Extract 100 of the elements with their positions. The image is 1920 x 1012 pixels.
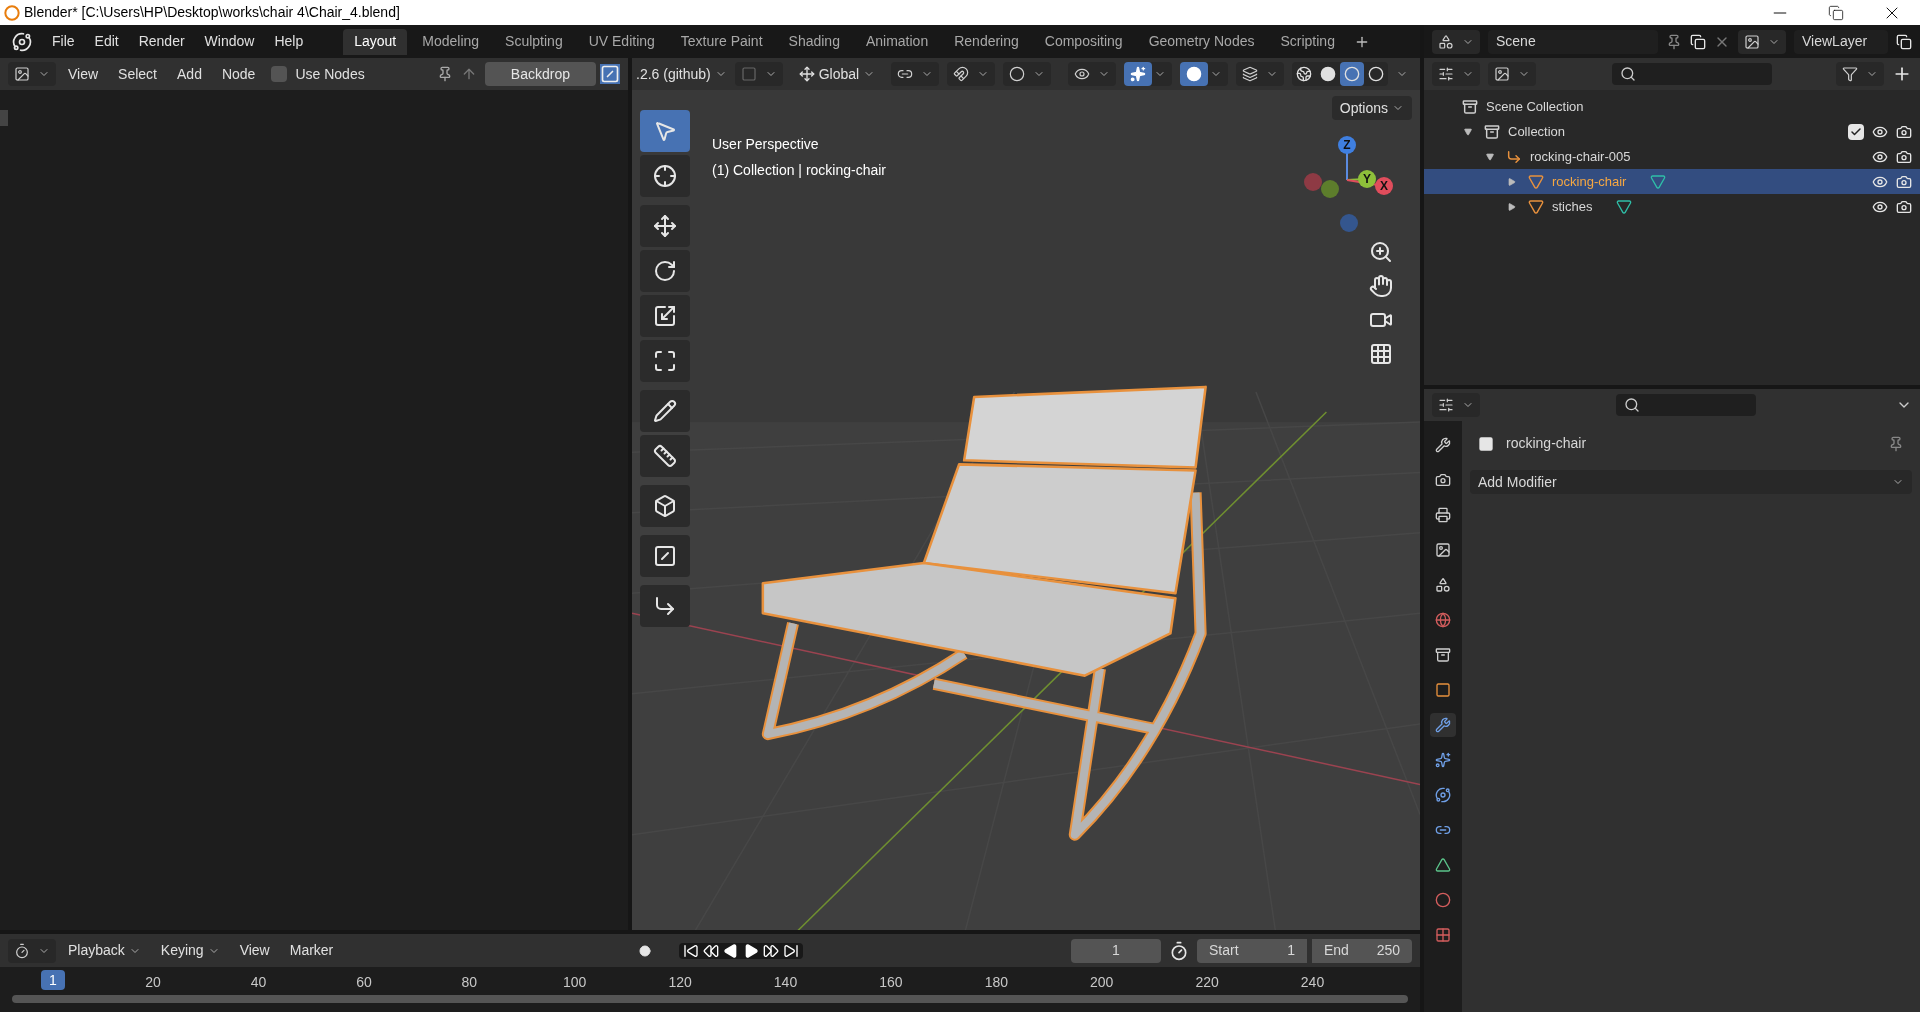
timeline-menu[interactable]: Keying (152, 940, 228, 961)
use-nodes-checkbox[interactable] (271, 66, 288, 82)
display-mode-button[interactable] (1488, 62, 1536, 86)
new-view-layer-icon[interactable] (1896, 33, 1912, 50)
new-scene-icon[interactable] (1690, 33, 1706, 50)
current-frame-field[interactable]: 1 (1071, 938, 1161, 963)
start-frame-field[interactable]: Start 1 (1197, 938, 1307, 963)
orientation-dropdown[interactable]: Global (790, 63, 884, 85)
rotate-tool-button[interactable] (640, 250, 690, 292)
cursor-tool-button[interactable] (640, 155, 690, 197)
view-layer-selector-button[interactable] (1738, 29, 1786, 54)
options-dropdown[interactable]: Options (1331, 96, 1412, 120)
menu-item[interactable]: Render (130, 31, 193, 52)
visibility-dropdown[interactable] (1068, 62, 1116, 86)
pin-icon[interactable] (1666, 33, 1682, 50)
workspace-tab[interactable]: Sculpting (494, 28, 574, 55)
playhead-frame[interactable]: 1 (41, 970, 65, 990)
workspace-tab[interactable]: Rendering (943, 28, 1030, 55)
scene-field[interactable]: Scene (1488, 29, 1658, 54)
outliner-search-field[interactable] (1612, 63, 1772, 85)
workspace-tab[interactable]: Texture Paint (669, 28, 774, 55)
material-shading-button[interactable] (1340, 62, 1364, 86)
expanded-arrow-icon[interactable] (1486, 152, 1494, 161)
workspace-tab[interactable]: Scripting (1269, 28, 1346, 55)
workspace-tab[interactable]: Compositing (1033, 28, 1134, 55)
menu-item[interactable]: Window (196, 31, 263, 52)
inset-tool-button[interactable] (640, 535, 690, 577)
header-menu[interactable]: Select (110, 63, 165, 85)
editor-type-button[interactable] (1432, 393, 1480, 417)
timeline-menu[interactable]: Marker (281, 940, 342, 961)
collapsed-arrow-icon[interactable] (1508, 177, 1516, 186)
properties-search-field[interactable] (1616, 394, 1756, 416)
workspace-tab[interactable]: Animation (854, 28, 940, 55)
menu-item[interactable]: File (44, 31, 83, 52)
workspace-tab[interactable]: Geometry Nodes (1137, 28, 1266, 55)
previous-keyframe-icon[interactable] (703, 942, 720, 959)
image-icon (1494, 66, 1510, 82)
annotate-tool-button[interactable] (640, 390, 690, 432)
pan-hand-icon[interactable] (1369, 274, 1393, 298)
play-icon[interactable] (743, 942, 760, 959)
add-cube-tool-button[interactable] (640, 485, 690, 527)
snap-dropdown[interactable] (947, 62, 996, 86)
restore-icon[interactable] (1828, 4, 1844, 21)
gizmo-toggle[interactable] (1124, 62, 1172, 86)
axis-gizmo-drawing[interactable]: Z Y X (1302, 134, 1394, 234)
filter-button[interactable] (1836, 62, 1884, 86)
outliner-row[interactable]: rocking-chair-005 (1424, 144, 1920, 169)
render-camera-icon[interactable] (1896, 198, 1912, 215)
scene-selector-button[interactable] (1432, 29, 1480, 54)
bevel-tool-button[interactable] (640, 585, 690, 627)
stopwatch-icon[interactable] (1169, 940, 1189, 961)
add-modifier-dropdown[interactable]: Add Modifier (1470, 470, 1912, 494)
workspace-tab[interactable]: Modeling (411, 28, 491, 55)
zoom-icon[interactable] (1369, 240, 1393, 264)
grid-view-icon[interactable] (1369, 342, 1393, 366)
scale-tool-button[interactable] (640, 295, 690, 337)
pivot-dropdown[interactable] (891, 62, 940, 86)
collapsed-arrow-icon[interactable] (1508, 202, 1516, 211)
outliner-row[interactable]: Collection (1424, 119, 1920, 144)
editor-type-button[interactable] (8, 938, 56, 963)
version-dropdown[interactable]: .2.6 (github) (636, 63, 727, 85)
timeline-menu[interactable]: Playback (60, 940, 149, 961)
menu-item[interactable]: Help (266, 31, 312, 52)
exclude-checkbox[interactable] (1848, 123, 1864, 140)
header-menu[interactable]: Node (213, 63, 264, 85)
workspace-tab[interactable]: Shading (777, 28, 851, 55)
editor-type-button[interactable] (1432, 62, 1480, 86)
render-camera-icon[interactable] (1896, 173, 1912, 190)
workspace-tab[interactable]: UV Editing (577, 28, 666, 55)
jump-end-icon[interactable] (783, 942, 800, 959)
modifier-tab[interactable] (1430, 713, 1456, 737)
jump-start-icon[interactable] (683, 942, 700, 959)
outliner-row[interactable]: Scene Collection (1424, 94, 1920, 119)
menu-item[interactable]: Edit (86, 31, 127, 52)
render-camera-icon[interactable] (1896, 148, 1912, 165)
transform-tool-button[interactable] (640, 340, 690, 382)
measure-tool-button[interactable] (640, 435, 690, 477)
header-menu[interactable]: Add (169, 63, 210, 85)
backdrop-channel-icon[interactable] (600, 64, 620, 84)
sidebar-toggle[interactable] (0, 110, 8, 126)
timeline-scrollbar[interactable] (12, 995, 1408, 1003)
pin-icon[interactable] (1888, 435, 1904, 452)
move-tool-button[interactable] (640, 205, 690, 247)
record-icon[interactable] (639, 944, 652, 957)
outliner-row[interactable]: stiches (1424, 194, 1920, 219)
next-keyframe-icon[interactable] (763, 942, 780, 959)
proportional-edit-dropdown[interactable] (1003, 62, 1052, 86)
overlay-toggle[interactable] (1180, 62, 1228, 86)
xray-toggle[interactable] (1236, 62, 1284, 86)
outliner-row[interactable]: rocking-chair (1424, 169, 1920, 194)
timeline-menu[interactable]: View (231, 940, 278, 961)
expanded-arrow-icon[interactable] (1464, 127, 1472, 136)
backdrop-button[interactable]: Backdrop (484, 62, 596, 86)
header-menu[interactable]: View (60, 63, 107, 85)
render-camera-icon[interactable] (1896, 123, 1912, 140)
workspace-tab[interactable]: Layout (343, 28, 408, 55)
end-frame-field[interactable]: End 250 (1312, 938, 1412, 963)
view-layer-field[interactable]: ViewLayer (1794, 29, 1888, 54)
editor-type-button[interactable] (8, 62, 56, 86)
select-tool-button[interactable] (640, 110, 690, 152)
